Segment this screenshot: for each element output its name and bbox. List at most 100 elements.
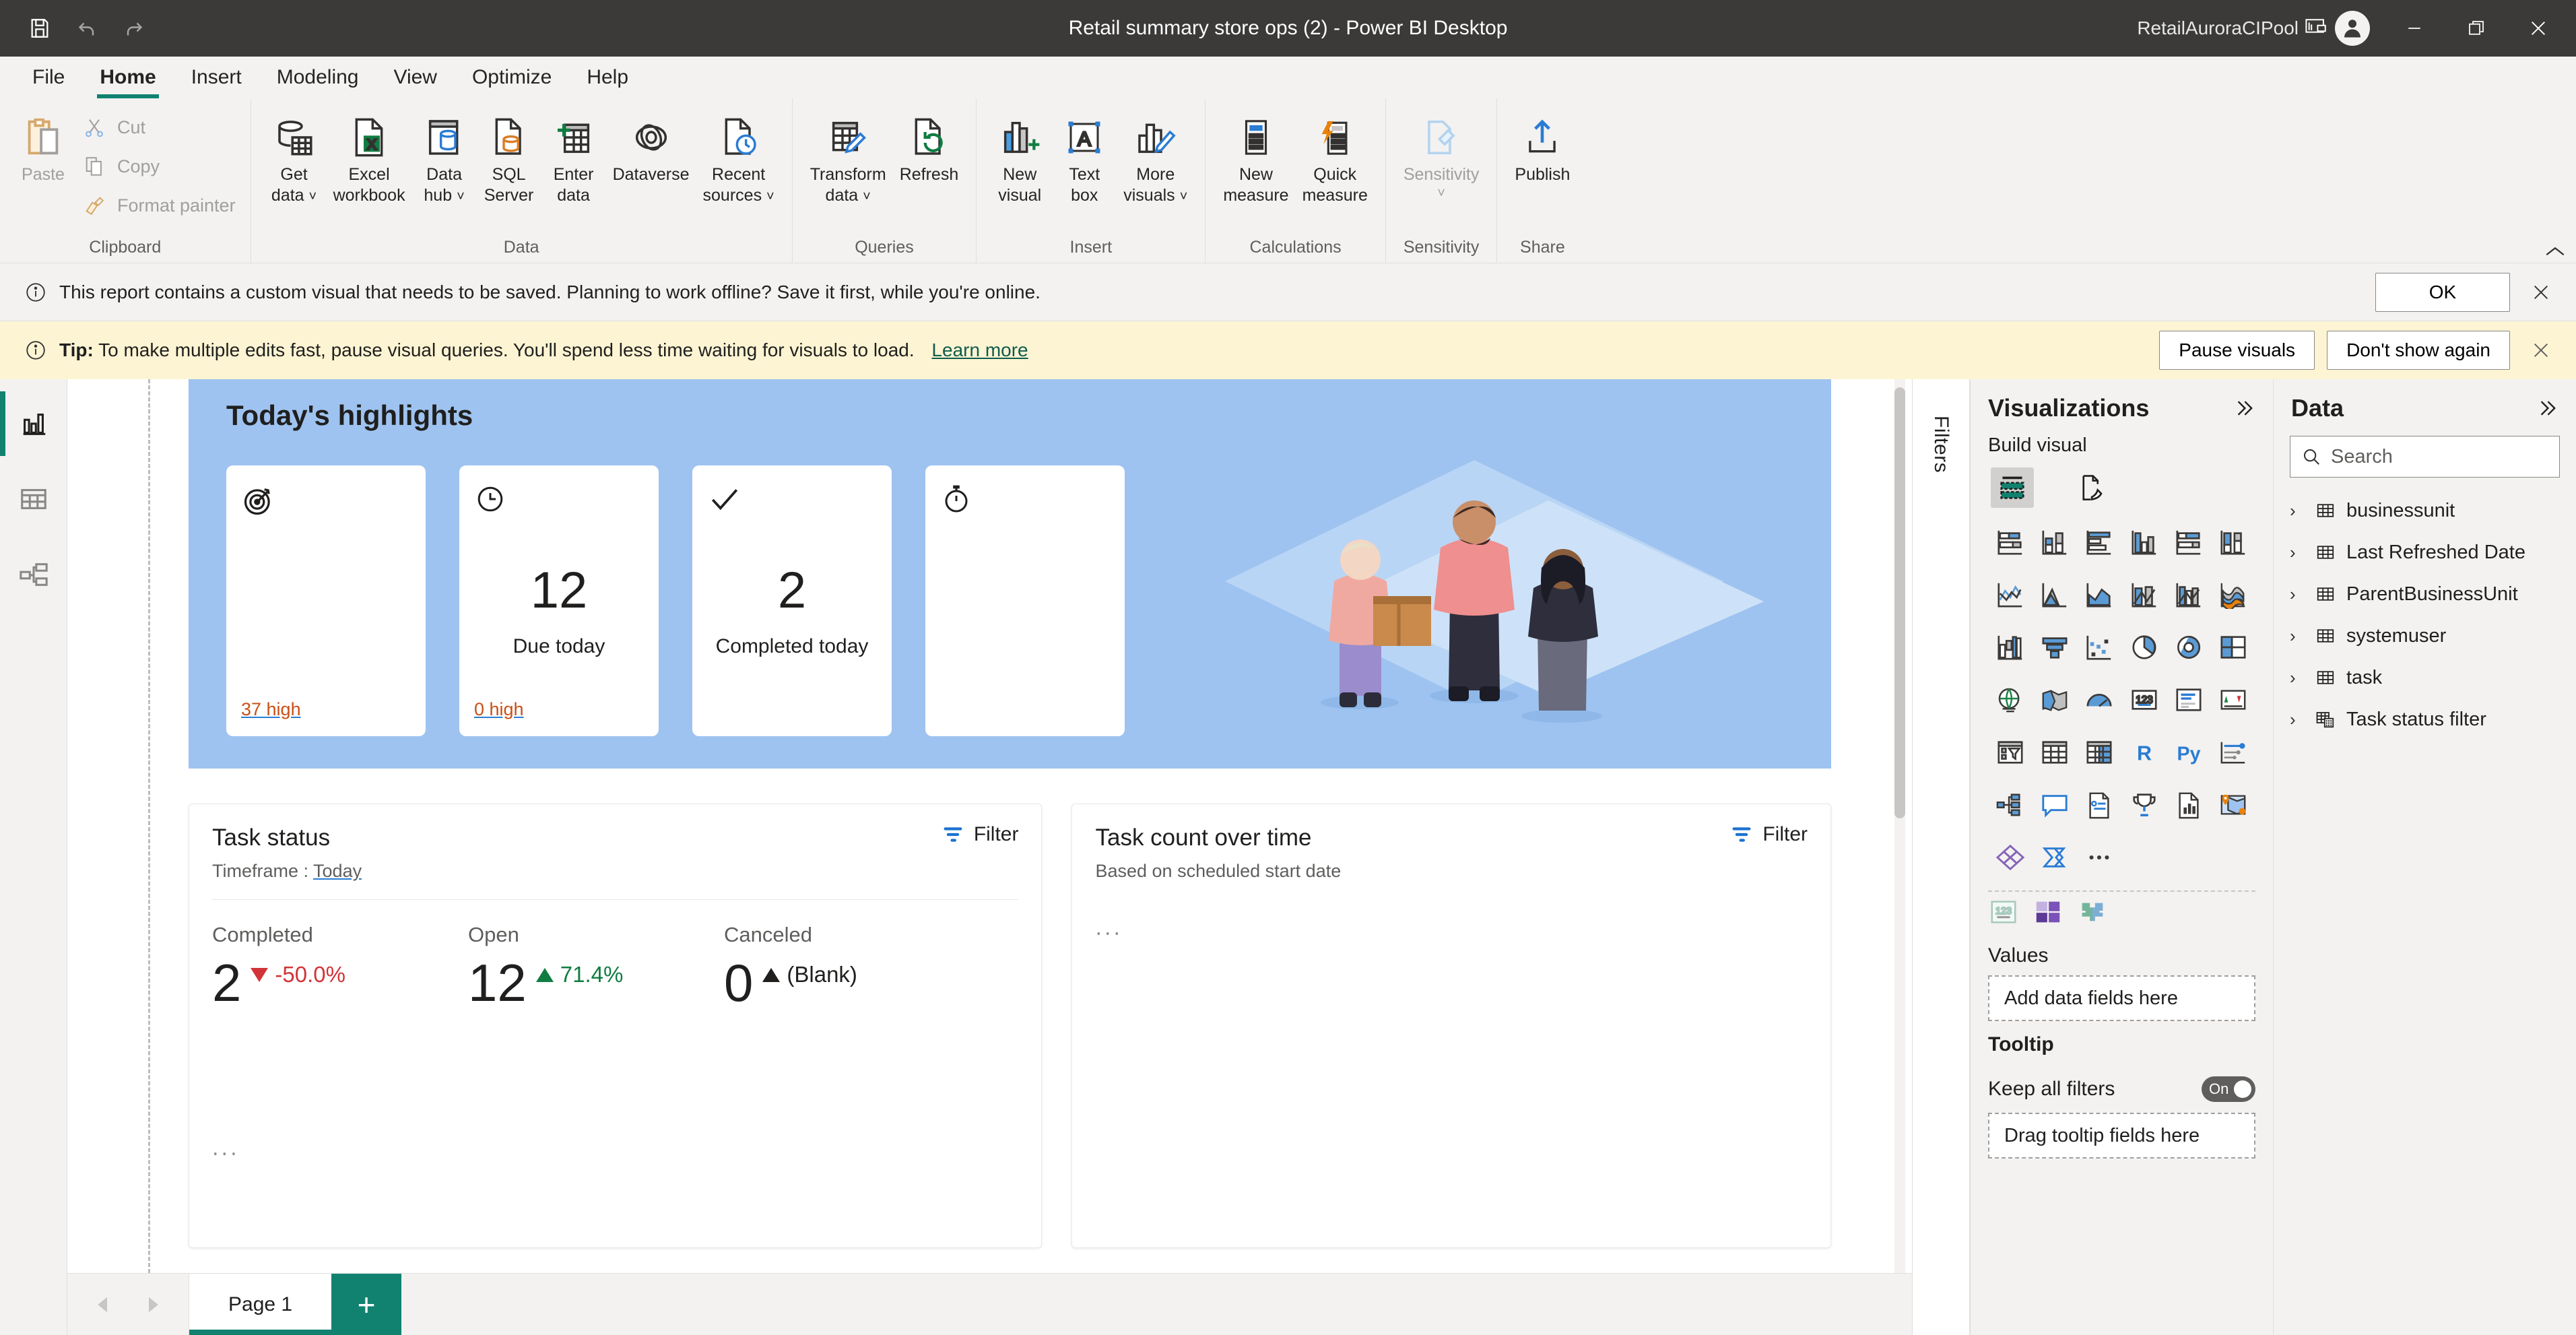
text-box-button[interactable]: A Text box bbox=[1052, 105, 1117, 205]
data-table-last-refreshed-date[interactable]: › Last Refreshed Date bbox=[2274, 531, 2576, 573]
sql-server-button[interactable]: SQL Server bbox=[477, 105, 541, 205]
values-dropzone[interactable]: Add data fields here bbox=[1988, 975, 2255, 1021]
puzzle-icon[interactable] bbox=[2077, 899, 2121, 925]
funnel-chart-icon[interactable] bbox=[2033, 624, 2077, 671]
new-measure-button[interactable]: New measure bbox=[1216, 105, 1295, 205]
keep-all-filters-toggle[interactable]: On bbox=[2202, 1076, 2255, 1102]
stacked-column-chart-icon[interactable] bbox=[2033, 519, 2077, 566]
table-icon[interactable] bbox=[2033, 729, 2077, 776]
restore-button[interactable] bbox=[2445, 0, 2507, 57]
power-automate-icon[interactable] bbox=[2033, 834, 2077, 881]
data-table-task[interactable]: › task bbox=[2274, 657, 2576, 698]
line-chart-icon[interactable] bbox=[1988, 571, 2033, 618]
treemap-icon[interactable] bbox=[2211, 624, 2255, 671]
dont-show-again-button[interactable]: Don't show again bbox=[2327, 331, 2510, 370]
publish-button[interactable]: Publish bbox=[1508, 105, 1577, 185]
more-visuals-button[interactable]: More visuals ˅ bbox=[1117, 105, 1194, 205]
scatter-chart-icon[interactable] bbox=[2077, 624, 2121, 671]
gauge-icon[interactable] bbox=[2077, 676, 2121, 723]
donut-chart-icon[interactable] bbox=[2167, 624, 2211, 671]
sidebar-item-model-view[interactable] bbox=[0, 537, 67, 612]
highlight-card-completed-today[interactable]: 2 Completed today bbox=[692, 465, 892, 736]
data-search-box[interactable]: Search bbox=[2290, 436, 2560, 478]
ribbon-tab-view[interactable]: View bbox=[376, 57, 454, 98]
stacked-bar-chart-icon[interactable] bbox=[1988, 519, 2033, 566]
filters-pane-collapsed[interactable]: Filters bbox=[1912, 379, 1970, 1335]
ribbon-chart-icon[interactable] bbox=[2211, 571, 2255, 618]
area-chart-icon[interactable] bbox=[2033, 571, 2077, 618]
highlight-card-due-today[interactable]: 12 Due today 0 high bbox=[459, 465, 659, 736]
q-and-a-icon[interactable] bbox=[2033, 781, 2077, 828]
ribbon-tab-help[interactable]: Help bbox=[569, 57, 646, 98]
smart-narrative-icon[interactable] bbox=[2077, 781, 2121, 828]
chevron-right-icon[interactable]: › bbox=[2290, 500, 2305, 521]
recent-sources-button[interactable]: Recent sources ˅ bbox=[696, 105, 781, 205]
report-canvas[interactable]: Today's highlights 37 high 12 Due today … bbox=[67, 379, 1912, 1273]
100-stacked-bar-chart-icon[interactable] bbox=[2167, 519, 2211, 566]
transform-data-button[interactable]: Transform data ˅ bbox=[803, 105, 893, 205]
dataverse-button[interactable]: Dataverse bbox=[606, 105, 696, 185]
azure-map-icon[interactable] bbox=[2211, 781, 2255, 828]
learn-more-link[interactable]: Learn more bbox=[931, 339, 1028, 360]
get-data-button[interactable]: Get data ˅ bbox=[262, 105, 327, 205]
chevron-right-icon[interactable]: › bbox=[2290, 626, 2305, 647]
highlight-card-footer[interactable]: 37 high bbox=[241, 699, 301, 720]
new-visual-button[interactable]: New visual bbox=[987, 105, 1052, 205]
highlight-card-timer[interactable] bbox=[925, 465, 1125, 736]
canvas-scrollbar-thumb[interactable] bbox=[1894, 387, 1905, 818]
r-script-visual-icon[interactable]: R bbox=[2121, 729, 2166, 776]
stacked-area-chart-icon[interactable] bbox=[2077, 571, 2121, 618]
chevron-right-icon[interactable] bbox=[143, 1295, 162, 1315]
task-status-visual[interactable]: Task status Timeframe : Today Filter Com… bbox=[189, 804, 1043, 1248]
data-table-parentbusinessunit[interactable]: › ParentBusinessUnit bbox=[2274, 573, 2576, 615]
todays-highlights-banner[interactable]: Today's highlights 37 high 12 Due today … bbox=[189, 379, 1831, 769]
account-area[interactable]: RetailAuroraCIPool bbox=[2137, 11, 2370, 46]
task-count-filter-button[interactable]: Filter bbox=[1730, 823, 1808, 846]
multi-row-card-icon[interactable] bbox=[2167, 676, 2211, 723]
avatar[interactable] bbox=[2335, 11, 2370, 46]
sensitivity-button[interactable]: Sensitivity ˅ bbox=[1397, 105, 1486, 201]
highlight-card-footer[interactable]: 0 high bbox=[474, 699, 524, 720]
data-hub-button[interactable]: Data hub ˅ bbox=[412, 105, 477, 205]
page-tab-page-1[interactable]: Page 1 bbox=[189, 1274, 332, 1335]
power-apps-icon[interactable] bbox=[1988, 834, 2033, 881]
task-count-over-time-visual[interactable]: Task count over time Based on scheduled … bbox=[1071, 804, 1831, 1248]
sidebar-item-table-view[interactable] bbox=[0, 461, 67, 537]
matrix-purple-icon[interactable] bbox=[2033, 899, 2077, 925]
chevron-left-icon[interactable] bbox=[94, 1295, 113, 1315]
card-icon[interactable]: 123 bbox=[2121, 676, 2166, 723]
fields-tab[interactable] bbox=[1991, 467, 2034, 508]
paginated-report-icon[interactable] bbox=[2167, 781, 2211, 828]
map-icon[interactable] bbox=[1988, 676, 2033, 723]
excel-workbook-button[interactable]: X Excel workbook bbox=[327, 105, 412, 205]
ribbon-tab-home[interactable]: Home bbox=[82, 57, 173, 98]
quick-measure-button[interactable]: Quick measure bbox=[1296, 105, 1375, 205]
format-tab[interactable] bbox=[2070, 467, 2113, 508]
ribbon-tab-insert[interactable]: Insert bbox=[174, 57, 259, 98]
pause-visuals-button[interactable]: Pause visuals bbox=[2159, 331, 2315, 370]
clustered-column-chart-icon[interactable] bbox=[2121, 519, 2166, 566]
python-visual-icon[interactable]: Py bbox=[2167, 729, 2211, 776]
data-table-systemuser[interactable]: › systemuser bbox=[2274, 615, 2576, 657]
format-painter-button[interactable]: Format painter bbox=[75, 186, 240, 225]
tooltip-dropzone[interactable]: Drag tooltip fields here bbox=[1988, 1113, 2255, 1159]
copy-button[interactable]: Copy bbox=[75, 147, 240, 186]
collapse-ribbon-button[interactable] bbox=[2544, 245, 2567, 259]
decomposition-tree-icon[interactable] bbox=[1988, 781, 2033, 828]
filled-map-icon[interactable] bbox=[2033, 676, 2077, 723]
chevron-right-icon[interactable]: › bbox=[2290, 709, 2305, 730]
chevron-right-icon[interactable]: › bbox=[2290, 584, 2305, 605]
sidebar-item-report-view[interactable] bbox=[0, 386, 67, 461]
minimize-button[interactable] bbox=[2383, 0, 2445, 57]
metrics-icon[interactable] bbox=[2121, 781, 2166, 828]
data-table-task-status-filter[interactable]: › Task status filter bbox=[2274, 698, 2576, 740]
notification-ok-button[interactable]: OK bbox=[2375, 272, 2510, 312]
task-status-filter-button[interactable]: Filter bbox=[942, 823, 1018, 846]
waterfall-chart-icon[interactable] bbox=[1988, 624, 2033, 671]
ribbon-tab-modeling[interactable]: Modeling bbox=[259, 57, 376, 98]
kpi-icon[interactable] bbox=[2211, 676, 2255, 723]
clustered-bar-chart-icon[interactable] bbox=[2077, 519, 2121, 566]
save-icon[interactable] bbox=[19, 7, 61, 49]
card-new-icon[interactable]: 123 bbox=[1988, 899, 2033, 925]
add-page-button[interactable]: + bbox=[331, 1274, 402, 1335]
